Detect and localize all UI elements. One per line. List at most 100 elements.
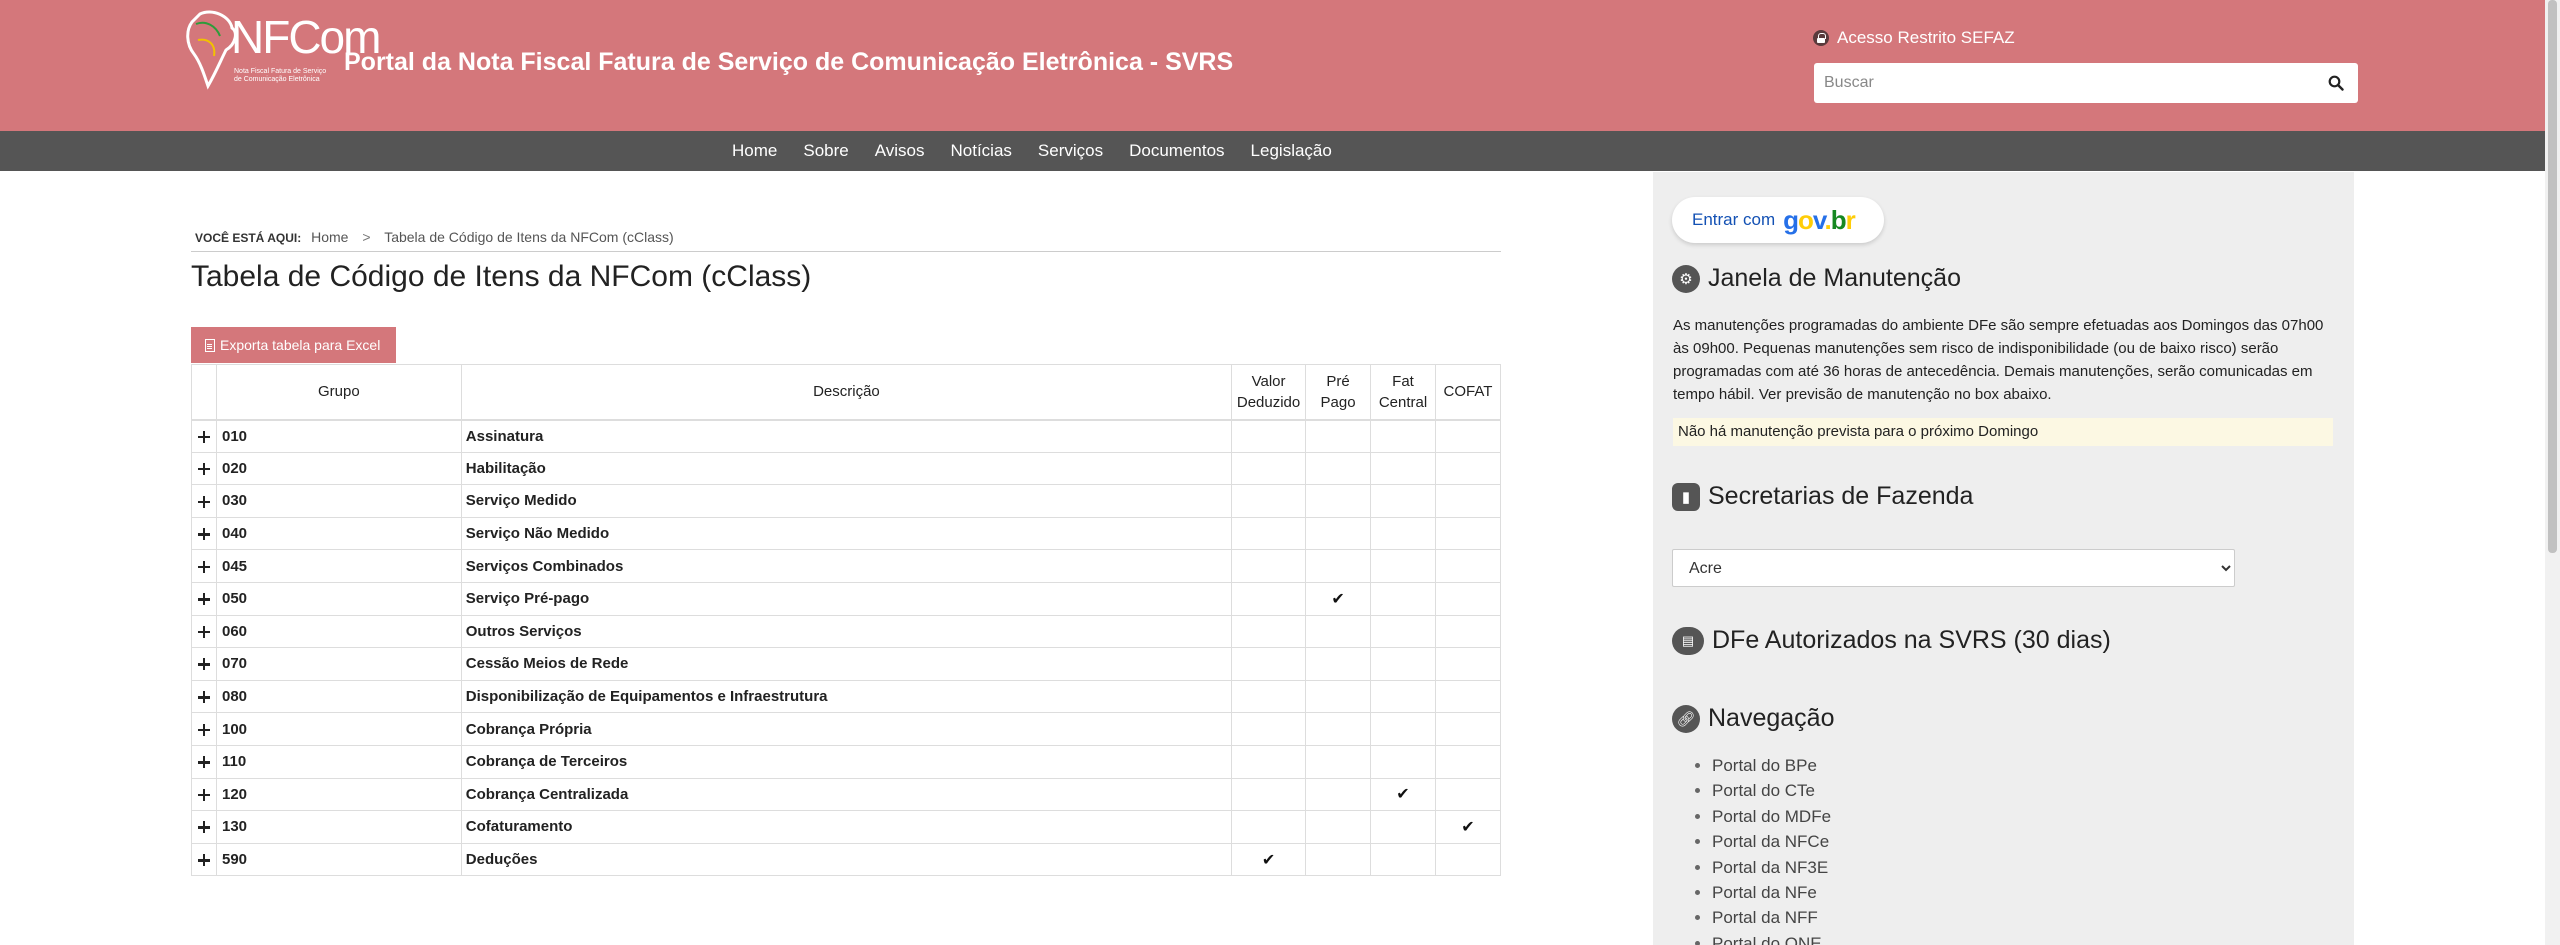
cell-fat-central: [1370, 451, 1436, 486]
table-row[interactable]: 070 Cessão Meios de Rede: [191, 647, 1502, 681]
table-row[interactable]: 130 Cofaturamento ✔: [191, 810, 1502, 844]
plus-icon: [197, 756, 210, 769]
scrollbar-thumb[interactable]: [2548, 0, 2557, 553]
nav-item-avisos[interactable]: Avisos: [862, 141, 938, 161]
state-select[interactable]: Acre: [1672, 549, 2235, 587]
cell-grupo: 010: [215, 419, 462, 453]
cell-cofat: ✔: [1434, 810, 1502, 844]
cell-valor-deduzido: [1231, 484, 1307, 518]
expand-row-button[interactable]: [191, 842, 217, 877]
table-row[interactable]: 050 Serviço Pré-pago ✔: [191, 581, 1502, 616]
cell-fat-central: [1370, 419, 1436, 453]
header-descricao: Descrição: [460, 364, 1233, 421]
plus-icon: [197, 560, 210, 573]
table-row[interactable]: 100 Cobrança Própria: [191, 712, 1502, 746]
portal-link-bpe[interactable]: Portal do BPe: [1712, 753, 1831, 778]
chart-icon: ▤: [1672, 626, 1704, 655]
cell-cofat: [1434, 484, 1502, 518]
nav-item-servicos[interactable]: Serviços: [1025, 141, 1116, 161]
cell-pre-pago: [1305, 744, 1372, 779]
cell-descricao: Serviço Não Medido: [460, 516, 1233, 551]
table-row[interactable]: 030 Serviço Medido: [191, 484, 1502, 518]
cell-valor-deduzido: [1231, 777, 1307, 812]
nfcom-logo[interactable]: NFCom Nota Fiscal Fatura de Serviço de C…: [186, 10, 381, 90]
plus-icon: [197, 691, 210, 704]
cell-pre-pago: [1305, 810, 1372, 844]
nav-item-home[interactable]: Home: [720, 141, 790, 161]
plus-icon: [197, 495, 210, 508]
portal-links: Portal do BPe Portal do CTe Portal do MD…: [1712, 753, 1831, 945]
check-icon: ✔: [1396, 786, 1410, 804]
cell-grupo: 590: [215, 842, 462, 877]
building-icon: ▮: [1672, 482, 1700, 511]
govbr-login-button[interactable]: Entrar com gov.br: [1672, 197, 1884, 243]
breadcrumb-home-link[interactable]: Home: [311, 229, 348, 245]
portal-link-nff[interactable]: Portal da NFF: [1712, 905, 1831, 930]
cell-grupo: 045: [215, 549, 462, 583]
cell-pre-pago: ✔: [1305, 581, 1372, 616]
cell-grupo: 050: [215, 581, 462, 616]
table-row[interactable]: 060 Outros Serviços: [191, 614, 1502, 649]
nav-item-documentos[interactable]: Documentos: [1116, 141, 1237, 161]
cell-fat-central: [1370, 581, 1436, 616]
cell-valor-deduzido: [1231, 647, 1307, 681]
table-row[interactable]: 040 Serviço Não Medido: [191, 516, 1502, 551]
expand-row-button[interactable]: [191, 451, 217, 486]
cell-cofat: [1434, 744, 1502, 779]
portal-link-one[interactable]: Portal do ONE: [1712, 931, 1831, 945]
cell-valor-deduzido: [1231, 679, 1307, 714]
expand-row-button[interactable]: [191, 679, 217, 714]
cell-valor-deduzido: [1231, 516, 1307, 551]
nav-item-noticias[interactable]: Notícias: [938, 141, 1025, 161]
table-row[interactable]: 110 Cobrança de Terceiros: [191, 744, 1502, 779]
portal-link-nfce[interactable]: Portal da NFCe: [1712, 829, 1831, 854]
breadcrumb: VOCÊ ESTÁ AQUI: Home > Tabela de Código …: [195, 229, 674, 245]
search-icon[interactable]: [2328, 75, 2344, 91]
restricted-access-link[interactable]: Acesso Restrito SEFAZ: [1813, 28, 2015, 48]
cell-cofat: [1434, 712, 1502, 746]
portal-link-mdfe[interactable]: Portal do MDFe: [1712, 804, 1831, 829]
expand-row-button[interactable]: [191, 614, 217, 649]
expand-row-button[interactable]: [191, 647, 217, 681]
cell-cofat: [1434, 451, 1502, 486]
table-row[interactable]: 120 Cobrança Centralizada ✔: [191, 777, 1502, 812]
dfe-heading: ▤ DFe Autorizados na SVRS (30 dias): [1672, 626, 2111, 655]
expand-row-button[interactable]: [191, 516, 217, 551]
cell-cofat: [1434, 679, 1502, 714]
expand-row-button[interactable]: [191, 712, 217, 746]
plus-icon: [197, 658, 210, 671]
nav-menu: Home Sobre Avisos Notícias Serviços Docu…: [720, 131, 1345, 171]
expand-row-button[interactable]: [191, 810, 217, 844]
cell-descricao: Disponibilização de Equipamentos e Infra…: [460, 679, 1233, 714]
table-row[interactable]: 010 Assinatura: [191, 419, 1502, 453]
table-row[interactable]: 045 Serviços Combinados: [191, 549, 1502, 583]
expand-row-button[interactable]: [191, 419, 217, 453]
portal-link-cte[interactable]: Portal do CTe: [1712, 778, 1831, 803]
cell-pre-pago: [1305, 712, 1372, 746]
expand-row-button[interactable]: [191, 744, 217, 779]
table-row[interactable]: 590 Deduções ✔: [191, 842, 1502, 877]
cell-grupo: 080: [215, 679, 462, 714]
cell-descricao: Assinatura: [460, 419, 1233, 453]
cell-cofat: [1434, 581, 1502, 616]
export-excel-button[interactable]: Exporta tabela para Excel: [191, 327, 397, 363]
nav-item-sobre[interactable]: Sobre: [790, 141, 861, 161]
cell-pre-pago: [1305, 549, 1372, 583]
cell-grupo: 020: [215, 451, 462, 486]
expand-row-button[interactable]: [191, 549, 217, 583]
portal-link-nf3e[interactable]: Portal da NF3E: [1712, 855, 1831, 880]
portal-link-nfe[interactable]: Portal da NFe: [1712, 880, 1831, 905]
expand-row-button[interactable]: [191, 484, 217, 518]
navegacao-heading: 🔗︎ Navegação: [1672, 704, 1834, 733]
lock-icon: [1813, 30, 1829, 46]
nav-item-legislacao[interactable]: Legislação: [1238, 141, 1345, 161]
expand-row-button[interactable]: [191, 581, 217, 616]
table-row[interactable]: 080 Disponibilização de Equipamentos e In…: [191, 679, 1502, 714]
logo-tagline: Nota Fiscal Fatura de Serviço de Comunic…: [234, 68, 327, 83]
cell-pre-pago: [1305, 419, 1372, 453]
table-row[interactable]: 020 Habilitação: [191, 451, 1502, 486]
expand-row-button[interactable]: [191, 777, 217, 812]
cell-fat-central: [1370, 842, 1436, 877]
breadcrumb-label: VOCÊ ESTÁ AQUI:: [195, 231, 302, 245]
search-input[interactable]: [1814, 63, 2294, 103]
